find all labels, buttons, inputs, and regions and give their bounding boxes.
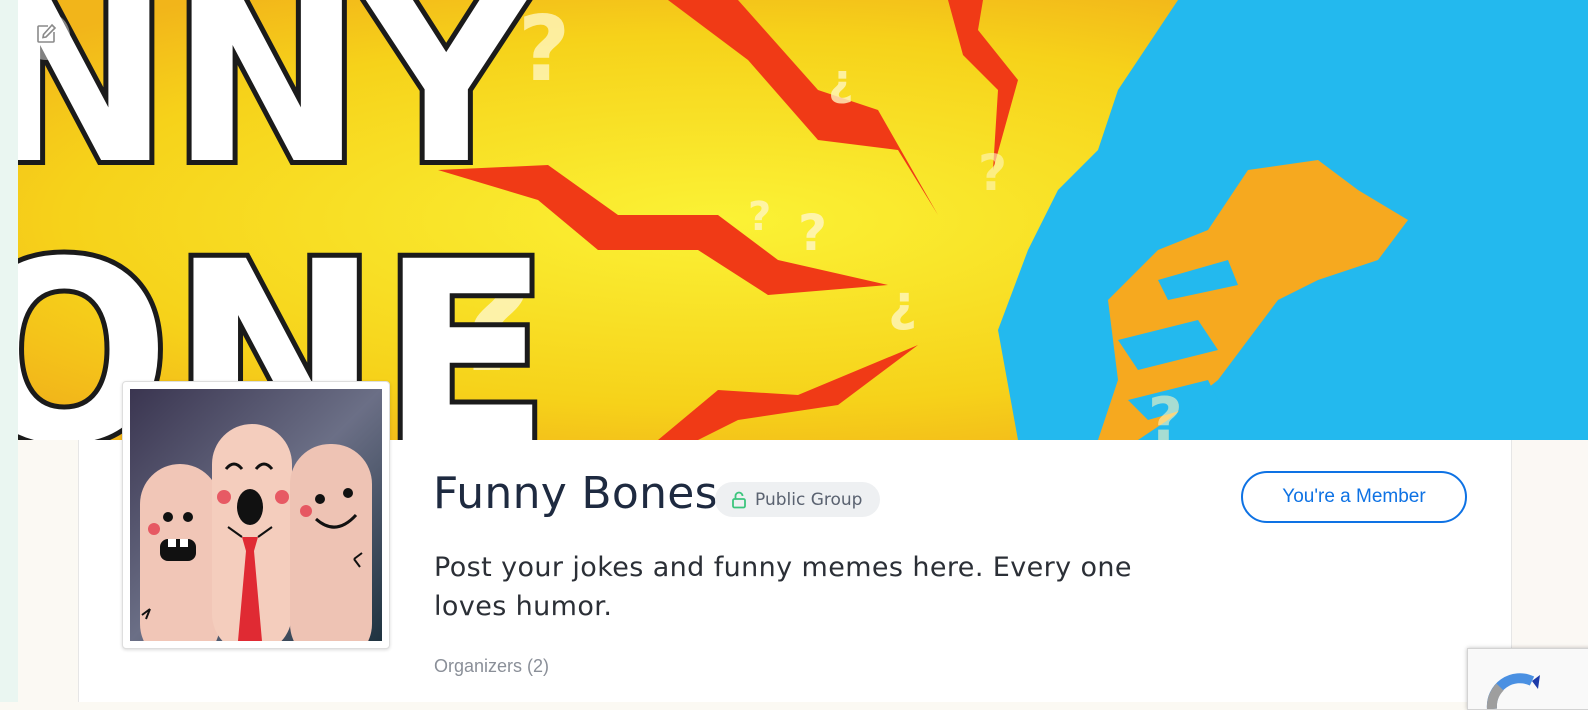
left-rail — [0, 0, 18, 702]
svg-text:?: ? — [1148, 385, 1183, 440]
group-avatar-frame — [122, 381, 390, 649]
edit-icon — [34, 22, 58, 50]
membership-button[interactable]: You're a Member — [1241, 471, 1467, 523]
svg-text:¿: ¿ — [888, 274, 917, 332]
svg-text:?: ? — [798, 204, 827, 262]
svg-text:NNY: NNY — [18, 0, 532, 215]
lock-open-icon — [731, 491, 747, 509]
svg-text:?: ? — [978, 144, 1007, 202]
organizers-label: Organizers (2) — [434, 656, 550, 676]
recaptcha-badge[interactable] — [1467, 648, 1588, 710]
recaptcha-logo-icon — [1468, 673, 1548, 709]
svg-text:?: ? — [748, 194, 771, 240]
edit-cover-button[interactable] — [22, 12, 70, 60]
group-avatar — [130, 389, 382, 641]
cover-image: ? ? ? ? ¿ ¿ ? ? NNY ONE — [18, 0, 1588, 440]
page-title: Funny Bones — [433, 468, 718, 519]
svg-text:¿: ¿ — [828, 55, 854, 106]
visibility-label: Public Group — [755, 489, 863, 510]
visibility-badge: Public Group — [715, 482, 881, 517]
group-description: Post your jokes and funny memes here. Ev… — [434, 552, 1132, 622]
